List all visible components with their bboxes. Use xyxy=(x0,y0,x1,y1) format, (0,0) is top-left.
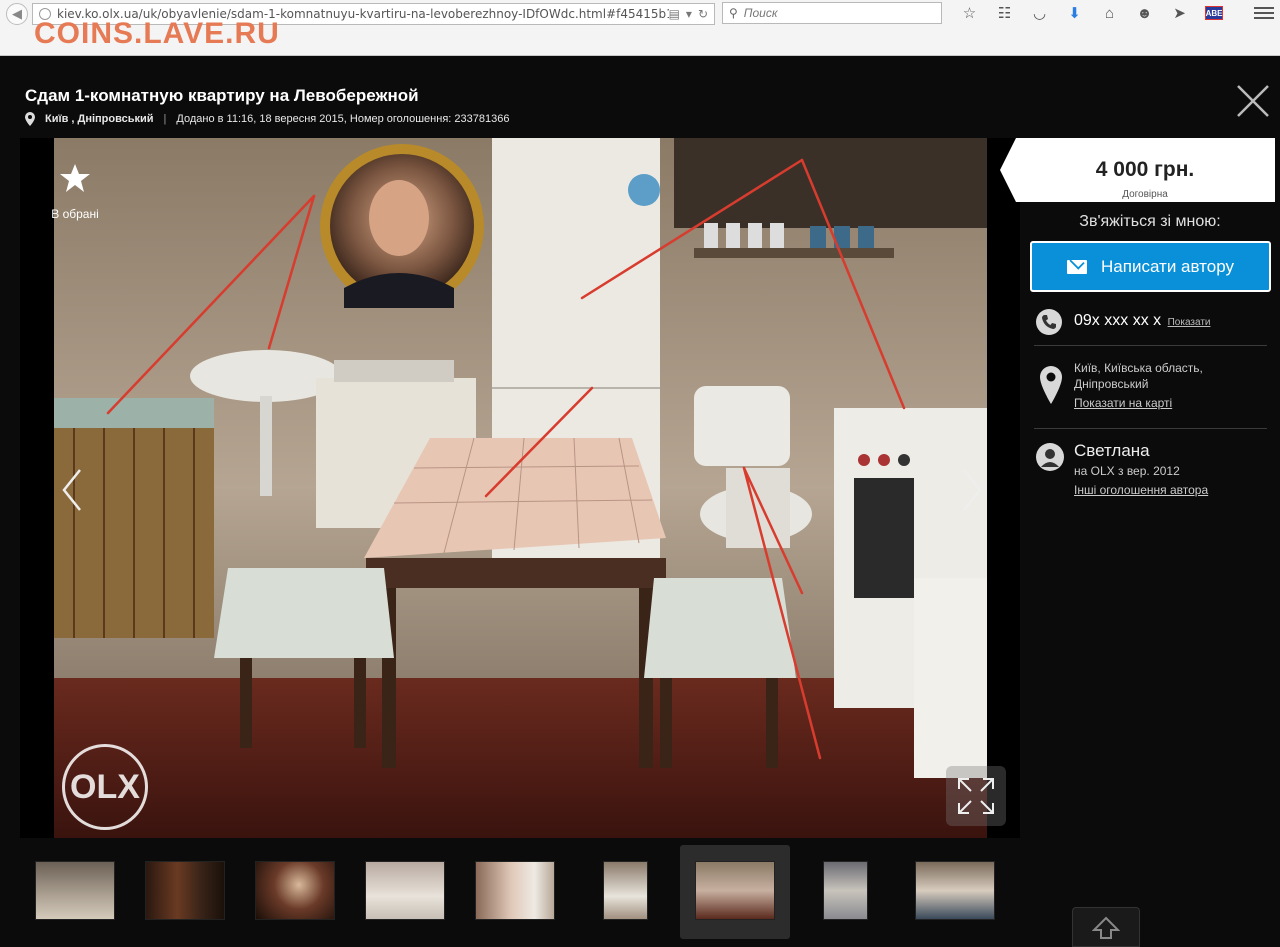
expand-icon xyxy=(958,778,994,814)
browser-toolbar-icons: ☆ ☷ ◡ ⬇ ⌂ ☻ ➤ ABE xyxy=(952,2,1231,24)
write-author-label: Написати автору xyxy=(1101,256,1234,276)
show-map-link[interactable]: Показати на карті xyxy=(1074,395,1203,411)
favorite-toggle[interactable]: В обрані xyxy=(45,163,105,221)
listing-location[interactable]: Київ , Дніпровський xyxy=(45,113,154,125)
listing-added: Додано в 11:16, 18 вересня 2015, Номер о… xyxy=(176,113,510,125)
arrow-up-icon xyxy=(1092,916,1120,939)
send-icon[interactable]: ➤ xyxy=(1162,2,1197,24)
thumbnail-2[interactable] xyxy=(145,861,225,920)
favorite-label: В обрані xyxy=(51,207,99,221)
home-icon[interactable]: ⌂ xyxy=(1092,2,1127,24)
location-pin-icon xyxy=(25,112,35,126)
sidebar-divider xyxy=(1034,345,1267,346)
main-photo xyxy=(54,138,987,838)
chat-icon[interactable]: ☻ xyxy=(1127,2,1162,24)
user-name: Светлана xyxy=(1074,441,1150,460)
listing-title: Сдам 1-комнатную квартиру на Левобережно… xyxy=(25,86,419,105)
user-avatar-icon xyxy=(1036,443,1064,471)
next-photo-icon[interactable] xyxy=(960,468,984,512)
pocket-icon[interactable]: ◡ xyxy=(1022,2,1057,24)
reader-view-icon[interactable]: ▤ xyxy=(669,7,680,21)
close-icon[interactable] xyxy=(1232,80,1274,122)
phone-icon xyxy=(1036,309,1062,335)
thumbnail-3[interactable] xyxy=(255,861,335,920)
olx-watermark-logo: OLX xyxy=(62,744,148,830)
search-input[interactable]: ⚲ Поиск xyxy=(722,2,942,24)
thumbnail-6[interactable] xyxy=(603,861,648,920)
search-icon: ⚲ xyxy=(729,6,738,20)
write-author-button[interactable]: Написати автору xyxy=(1030,241,1271,292)
map-pin-icon xyxy=(1040,366,1062,404)
main-photo-frame: В обрані OLX xyxy=(20,138,1020,838)
thumbnail-4[interactable] xyxy=(365,861,445,920)
price-negotiable: Договірна xyxy=(1122,189,1168,200)
reading-list-icon[interactable]: ☷ xyxy=(987,2,1022,24)
menu-icon[interactable] xyxy=(1254,3,1274,23)
abe-addon-icon[interactable]: ABE xyxy=(1205,6,1223,20)
listing-meta: Київ , Дніпровський | Додано в 11:16, 18… xyxy=(25,112,509,126)
thumbnail-5[interactable] xyxy=(475,861,555,920)
sidebar-divider xyxy=(1034,428,1267,429)
phone-number: 09x xxx xx x xyxy=(1074,312,1162,329)
reload-icon[interactable]: ↻ xyxy=(698,7,708,21)
prev-photo-icon[interactable] xyxy=(60,468,84,512)
envelope-icon xyxy=(1067,259,1088,274)
price-value: 4 000 грн. xyxy=(1095,158,1195,181)
fullscreen-button[interactable] xyxy=(946,766,1006,826)
bookmark-star-icon[interactable]: ☆ xyxy=(952,2,987,24)
thumbnail-strip xyxy=(0,845,1280,947)
thumbnail-8[interactable] xyxy=(823,861,868,920)
address-line2: Дніпровський xyxy=(1074,377,1149,391)
contact-label: Зв'яжіться зі мною: xyxy=(1079,213,1221,230)
address-line1: Київ, Київська область, xyxy=(1074,361,1203,375)
user-since: на OLX з вер. 2012 xyxy=(1074,464,1180,478)
address-row: Київ, Київська область, Дніпровський Пок… xyxy=(1034,360,1267,416)
other-ads-link[interactable]: Інші оголошення автора xyxy=(1074,483,1208,497)
thumbnail-1[interactable] xyxy=(35,861,115,920)
phone-row: 09x xxx xx x Показати xyxy=(1034,309,1267,339)
meta-divider: | xyxy=(163,113,167,125)
thumbnail-9[interactable] xyxy=(915,861,995,920)
show-phone-link[interactable]: Показати xyxy=(1168,317,1211,328)
thumbnail-7[interactable] xyxy=(695,861,775,920)
scroll-top-button[interactable] xyxy=(1072,907,1140,947)
user-row: Светлана на OLX з вер. 2012 Інші оголоше… xyxy=(1034,441,1267,501)
search-placeholder: Поиск xyxy=(743,6,778,20)
back-icon[interactable]: ◀ xyxy=(6,3,28,25)
dropdown-icon[interactable]: ▾ xyxy=(686,7,692,21)
download-icon[interactable]: ⬇ xyxy=(1057,2,1092,24)
site-watermark: COINS.LAVE.RU xyxy=(34,17,280,50)
star-icon xyxy=(60,164,90,192)
browser-toolbar: ◀ kiev.ko.olx.ua/uk/obyavlenie/sdam-1-ko… xyxy=(0,0,1280,56)
